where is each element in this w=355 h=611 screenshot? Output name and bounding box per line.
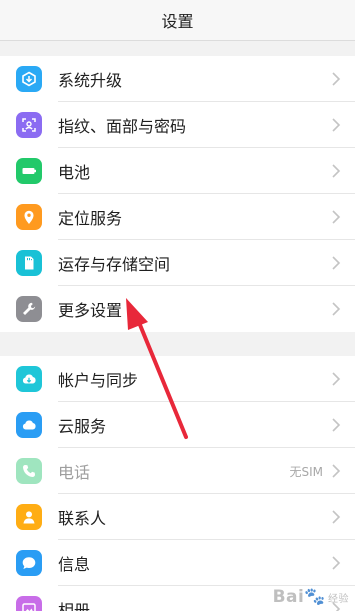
page-title: 设置 [161, 12, 194, 31]
settings-item-label: 电池 [58, 163, 91, 182]
chevron-right-icon [331, 371, 341, 387]
contact-icon [16, 504, 42, 530]
chevron-right-icon [331, 417, 341, 433]
location-pin-icon [16, 204, 42, 230]
chevron-right-icon [331, 209, 341, 225]
cloud-sync-icon [16, 366, 42, 392]
settings-item-label: 联系人 [58, 509, 107, 528]
chevron-right-icon [331, 463, 341, 479]
section-spacer [0, 41, 355, 56]
phone-icon [16, 458, 42, 484]
settings-item-label: 帐户与同步 [58, 371, 139, 390]
settings-item-system-update[interactable]: 系统升级 [0, 56, 355, 102]
settings-item-label: 电话 [58, 463, 91, 482]
chevron-right-icon [331, 509, 341, 525]
section-spacer [0, 332, 355, 356]
settings-item-location-services[interactable]: 定位服务 [0, 194, 355, 240]
settings-item-label: 云服务 [58, 417, 107, 436]
settings-item-label: 指纹、面部与密码 [58, 117, 187, 136]
settings-item-label: 定位服务 [58, 209, 123, 228]
settings-item-accounts-sync[interactable]: 帐户与同步 [0, 356, 355, 402]
settings-item-fingerprint-face-password[interactable]: 指纹、面部与密码 [0, 102, 355, 148]
settings-item-label: 相册 [58, 601, 91, 611]
storage-card-icon [16, 250, 42, 276]
chevron-right-icon [331, 117, 341, 133]
chevron-right-icon [331, 301, 341, 317]
settings-item-contacts[interactable]: 联系人 [0, 494, 355, 540]
system-update-icon [16, 66, 42, 92]
battery-icon [16, 158, 42, 184]
gallery-icon [16, 596, 42, 611]
settings-item-label: 信息 [58, 555, 91, 574]
chevron-right-icon [331, 163, 341, 179]
chevron-right-icon [331, 555, 341, 571]
fingerprint-face-icon [16, 112, 42, 138]
title-bar: 设置 [0, 0, 355, 41]
settings-item-more-settings[interactable]: 更多设置 [0, 286, 355, 332]
settings-group-accounts: 帐户与同步 云服务 电话 无SIM 联系人 信息 相册 [0, 356, 355, 611]
settings-item-label: 更多设置 [58, 301, 123, 320]
settings-item-messages[interactable]: 信息 [0, 540, 355, 586]
settings-item-label: 运存与存储空间 [58, 255, 171, 274]
settings-item-gallery[interactable]: 相册 [0, 586, 355, 611]
cloud-icon [16, 412, 42, 438]
wrench-icon [16, 296, 42, 322]
chevron-right-icon [331, 255, 341, 271]
chevron-right-icon [331, 71, 341, 87]
settings-item-battery[interactable]: 电池 [0, 148, 355, 194]
sim-status-value: 无SIM [289, 464, 323, 479]
settings-item-label: 系统升级 [58, 71, 123, 90]
settings-group-system: 系统升级 指纹、面部与密码 电池 定位服务 运存与存储空间 更多设置 [0, 56, 355, 332]
message-icon [16, 550, 42, 576]
settings-item-ram-storage[interactable]: 运存与存储空间 [0, 240, 355, 286]
chevron-right-icon [331, 601, 341, 611]
settings-item-cloud-service[interactable]: 云服务 [0, 402, 355, 448]
settings-item-phone[interactable]: 电话 无SIM [0, 448, 355, 494]
